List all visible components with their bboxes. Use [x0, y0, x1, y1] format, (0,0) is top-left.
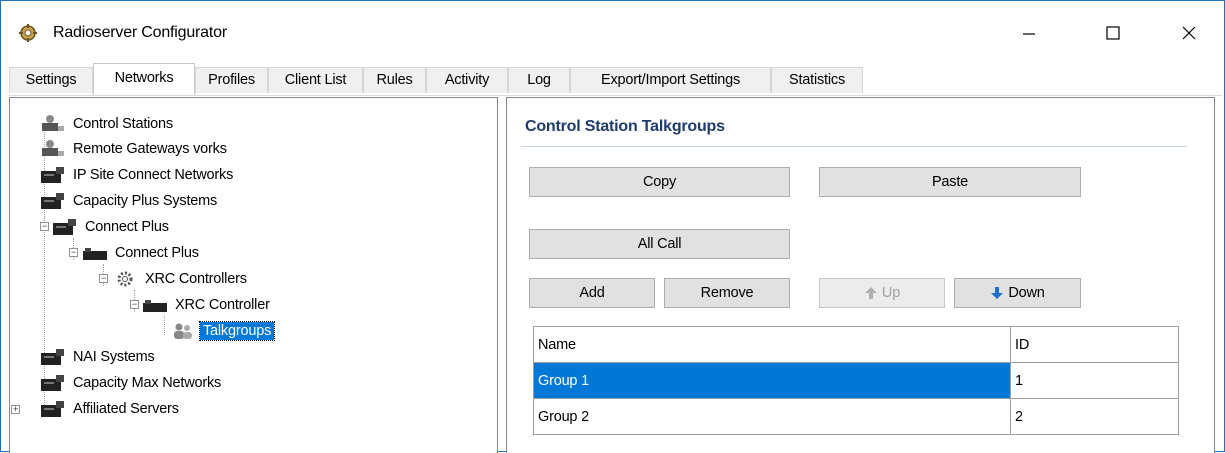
close-icon	[1182, 26, 1196, 40]
table-header-row: Name ID	[533, 326, 1179, 363]
all-call-button[interactable]: All Call	[529, 229, 790, 259]
tab-rules[interactable]: Rules	[363, 67, 426, 93]
cell-name[interactable]: Group 1	[533, 362, 1011, 399]
up-button[interactable]: Up	[819, 278, 945, 308]
server-icon	[41, 167, 64, 183]
tree-item-capacity-max-networks[interactable]: Capacity Max Networks	[40, 372, 224, 394]
tab-client-list[interactable]: Client List	[268, 67, 363, 93]
copy-button[interactable]: Copy	[529, 167, 790, 197]
server-icon	[41, 375, 64, 391]
close-button[interactable]	[1169, 13, 1209, 53]
network-tree[interactable]: Control Stations Remote Gateways vorks I…	[9, 97, 498, 453]
tree-item-xrc-controller[interactable]: XRC Controller	[130, 294, 273, 316]
network-icon	[42, 115, 64, 131]
down-button[interactable]: Down	[954, 278, 1081, 308]
tab-log[interactable]: Log	[508, 67, 570, 93]
tab-bar: Settings Networks Profiles Client List R…	[9, 63, 1222, 96]
minimize-icon	[1023, 33, 1035, 35]
device-icon	[143, 300, 167, 312]
paste-button[interactable]: Paste	[819, 167, 1081, 197]
server-icon	[41, 401, 64, 417]
cell-id[interactable]: 2	[1010, 398, 1179, 435]
tree-item-connect-plus-root[interactable]: Connect Plus	[40, 216, 172, 238]
window-title: Radioserver Configurator	[53, 24, 227, 41]
network-icon	[42, 140, 64, 156]
minimize-button[interactable]	[1009, 13, 1049, 53]
server-icon	[41, 193, 64, 209]
tree-connector	[164, 316, 165, 335]
column-header-id[interactable]: ID	[1010, 326, 1179, 363]
talkgroups-table: Name ID Group 1 1 Group 2 2	[533, 326, 1179, 435]
title-bar: Radioserver Configurator	[1, 1, 1224, 63]
column-header-name[interactable]: Name	[533, 326, 1011, 363]
tab-statistics[interactable]: Statistics	[771, 67, 863, 93]
arrow-up-icon	[864, 287, 877, 300]
table-row[interactable]: Group 2 2	[533, 398, 1179, 435]
arrow-down-icon	[991, 287, 1004, 300]
tree-item-connect-plus[interactable]: Connect Plus	[70, 242, 202, 264]
add-button[interactable]: Add	[529, 278, 655, 308]
server-icon	[53, 219, 76, 235]
talkgroups-panel: Control Station Talkgroups Copy Paste Al…	[506, 97, 1215, 453]
section-title: Control Station Talkgroups	[525, 118, 725, 135]
gear-icon	[117, 271, 133, 287]
tab-networks[interactable]: Networks	[93, 63, 195, 95]
tree-item-ip-site-connect-networks[interactable]: IP Site Connect Networks	[40, 164, 236, 186]
users-icon	[174, 323, 192, 339]
table-row[interactable]: Group 1 1	[533, 362, 1179, 399]
tab-profiles[interactable]: Profiles	[195, 67, 268, 93]
tab-export-import-settings[interactable]: Export/Import Settings	[570, 67, 771, 93]
tree-item-remote-gateways[interactable]: Remote Gateways vorks	[40, 138, 230, 160]
remove-button[interactable]: Remove	[664, 278, 790, 308]
section-divider	[521, 146, 1187, 147]
server-icon	[41, 349, 64, 365]
gear-wrench-icon	[18, 23, 38, 43]
tree-item-nai-systems[interactable]: NAI Systems	[40, 346, 158, 368]
tree-item-xrc-controllers[interactable]: XRC Controllers	[100, 268, 250, 290]
tab-settings[interactable]: Settings	[9, 67, 93, 93]
tree-item-talkgroups[interactable]: Talkgroups	[170, 320, 276, 342]
maximize-button[interactable]	[1093, 13, 1133, 53]
maximize-icon	[1106, 26, 1120, 40]
tree-item-affiliated-servers[interactable]: Affiliated Servers	[40, 398, 182, 420]
app-window: Radioserver Configurator Settings Networ…	[0, 0, 1225, 453]
tab-activity[interactable]: Activity	[426, 67, 508, 93]
tree-item-capacity-plus-systems[interactable]: Capacity Plus Systems	[40, 190, 220, 212]
expand-toggle[interactable]: +	[11, 405, 20, 414]
tree-item-control-stations[interactable]: Control Stations	[40, 113, 176, 135]
device-icon	[83, 248, 107, 260]
cell-id[interactable]: 1	[1010, 362, 1179, 399]
cell-name[interactable]: Group 2	[533, 398, 1011, 435]
